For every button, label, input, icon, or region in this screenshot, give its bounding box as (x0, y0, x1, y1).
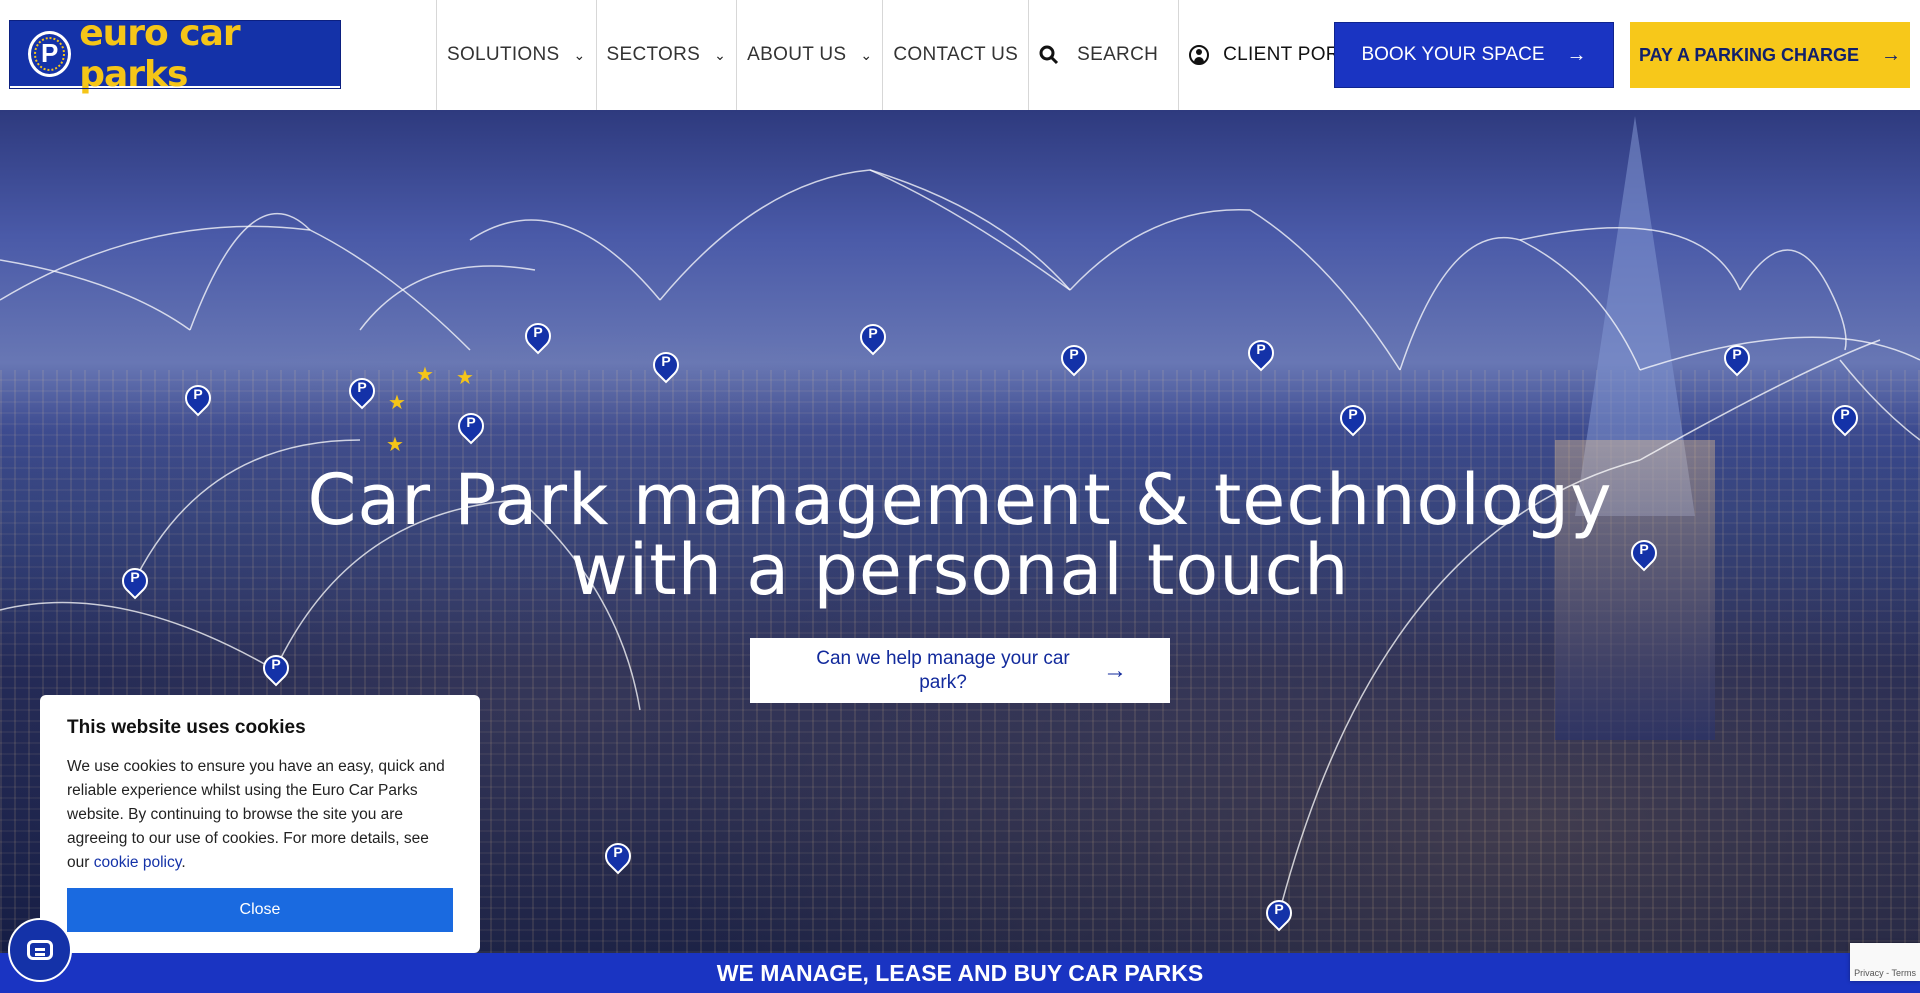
cta-label: Can we help manage your car park? (816, 647, 1070, 693)
cookie-banner: This website uses cookies We use cookies… (40, 695, 480, 953)
search-icon (1039, 45, 1059, 65)
search-label: SEARCH (1077, 44, 1159, 65)
parking-badge-icon: P (28, 30, 72, 77)
chat-icon (27, 940, 53, 960)
star-icon: ★ (456, 367, 474, 389)
parking-pin-icon: P (452, 407, 490, 445)
search-button[interactable]: SEARCH (1028, 0, 1178, 110)
user-icon (1189, 45, 1210, 65)
parking-pin-icon: P (1055, 339, 1093, 377)
recaptcha-text: Privacy - Terms (1854, 968, 1916, 978)
cookie-body: We use cookies to ensure you have an eas… (67, 755, 453, 875)
parking-pin-icon: P (343, 372, 381, 410)
cookie-close-button[interactable]: Close (67, 888, 453, 932)
bottom-banner: WE MANAGE, LEASE AND BUY CAR PARKS (0, 953, 1920, 993)
nav-sectors-label: SECTORS (606, 44, 701, 65)
chevron-down-icon: ⌄ (714, 46, 727, 63)
parking-pin-icon: P (1260, 894, 1298, 932)
parking-pin-icon: P (1718, 339, 1756, 377)
cookie-suffix: . (181, 854, 186, 871)
chevron-down-icon: ⌄ (860, 46, 873, 63)
chevron-down-icon: ⌄ (573, 46, 586, 63)
arrow-right-icon: → (1103, 656, 1127, 684)
parking-pin-icon: P (257, 649, 295, 687)
nav-solutions-label: SOLUTIONS (447, 44, 560, 65)
pay-parking-charge-button[interactable]: PAY A PARKING CHARGE → (1630, 22, 1910, 88)
logo[interactable]: P euro car parks (9, 13, 341, 95)
recaptcha-badge[interactable]: Privacy - Terms (1850, 943, 1920, 981)
logo-text: euro car parks (79, 12, 240, 95)
nav-solutions[interactable]: SOLUTIONS ⌄ (436, 0, 596, 110)
book-your-space-button[interactable]: BOOK YOUR SPACE → (1334, 22, 1614, 88)
hero-title-line-1: Car Park management & technology (307, 459, 1613, 541)
parking-pin-icon: P (647, 346, 685, 384)
parking-pin-icon: P (1826, 399, 1864, 437)
parking-pin-icon: P (179, 379, 217, 417)
parking-pin-icon: P (599, 837, 637, 875)
nav-contact-label: CONTACT US (893, 44, 1019, 65)
nav-contact-us[interactable]: CONTACT US (882, 0, 1028, 110)
pay-label: PAY A PARKING CHARGE (1638, 44, 1860, 65)
arrow-right-icon: → (1566, 43, 1587, 66)
parking-pin-icon: P (1334, 399, 1372, 437)
chat-button[interactable] (8, 918, 72, 982)
main-nav: SOLUTIONS ⌄ SECTORS ⌄ ABOUT US ⌄ CONTACT… (436, 0, 1404, 110)
cookie-title: This website uses cookies (67, 717, 306, 738)
hero-title-line-2: with a personal touch (570, 529, 1350, 611)
nav-sectors[interactable]: SECTORS ⌄ (595, 0, 737, 110)
star-icon: ★ (386, 434, 404, 456)
cookie-policy-link[interactable]: cookie policy (94, 854, 182, 871)
book-label: BOOK YOUR SPACE (1361, 44, 1545, 65)
nav-about-us[interactable]: ABOUT US ⌄ (736, 0, 882, 110)
star-icon: ★ (416, 364, 434, 386)
parking-pin-icon: P (1242, 334, 1280, 372)
nav-about-label: ABOUT US (747, 44, 847, 65)
star-icon: ★ (388, 392, 406, 414)
site-header: P euro car parks SOLUTIONS ⌄ SECTORS ⌄ A… (0, 0, 1920, 110)
banner-text: WE MANAGE, LEASE AND BUY CAR PARKS (716, 959, 1204, 986)
hero-title: Car Park management & technology with a … (0, 465, 1920, 605)
parking-pin-icon: P (519, 317, 557, 355)
logo-badge-letter: P (40, 38, 59, 68)
arrow-right-icon: → (1881, 43, 1902, 66)
parking-pin-icon: P (854, 318, 892, 356)
manage-car-park-cta-button[interactable]: Can we help manage your car park? → (750, 638, 1170, 703)
